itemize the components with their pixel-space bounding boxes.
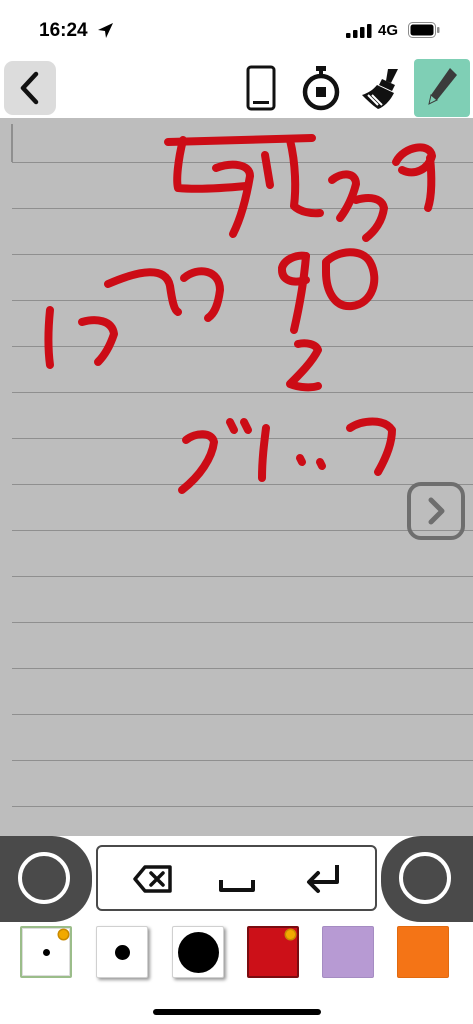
small-dot-icon [43,949,50,956]
location-arrow-icon [98,23,113,38]
brush-medium[interactable] [96,926,148,978]
stopwatch-icon [302,66,340,111]
clear-button[interactable] [358,64,404,112]
network-type: 4G [378,22,399,39]
color-red[interactable] [247,926,299,978]
medium-dot-icon [115,945,130,960]
signal-bars-icon [346,24,372,38]
settings-gear-icon [286,930,295,939]
handwriting-strokes [44,134,436,494]
backspace-icon [133,865,172,893]
back-button[interactable] [4,61,56,115]
backspace-key[interactable] [128,857,178,901]
chevron-left-icon [20,71,39,105]
battery-icon [408,22,440,38]
device-button[interactable] [238,64,284,112]
chevron-right-icon [428,497,445,525]
drawing-canvas[interactable] [0,118,473,838]
left-ring-icon [18,852,70,904]
right-control-pad[interactable] [381,836,473,922]
pencil-icon [428,68,457,105]
space-key[interactable] [212,857,262,901]
color-orange[interactable] [397,926,449,978]
color-lavender[interactable] [322,926,374,978]
brush-small[interactable] [20,926,72,978]
return-arrow-icon [307,865,339,893]
edit-keys [96,845,377,911]
right-ring-icon [399,852,451,904]
status-bar: 16:24 4G [0,0,473,60]
next-page-button[interactable] [407,482,465,540]
toolbar [0,58,473,120]
home-indicator [153,1009,321,1015]
enter-key[interactable] [298,857,348,901]
settings-gear-icon [59,930,68,939]
timer-button[interactable] [298,64,344,112]
pen-button[interactable] [414,59,470,117]
space-bar-icon [219,880,255,892]
large-dot-icon [178,932,219,973]
swatch-bar [0,922,473,992]
key-bar [0,836,473,924]
phone-icon [246,65,276,111]
left-control-pad[interactable] [0,836,92,922]
broom-icon [362,69,398,109]
brush-large[interactable] [172,926,224,978]
status-time: 16:24 [39,20,88,41]
